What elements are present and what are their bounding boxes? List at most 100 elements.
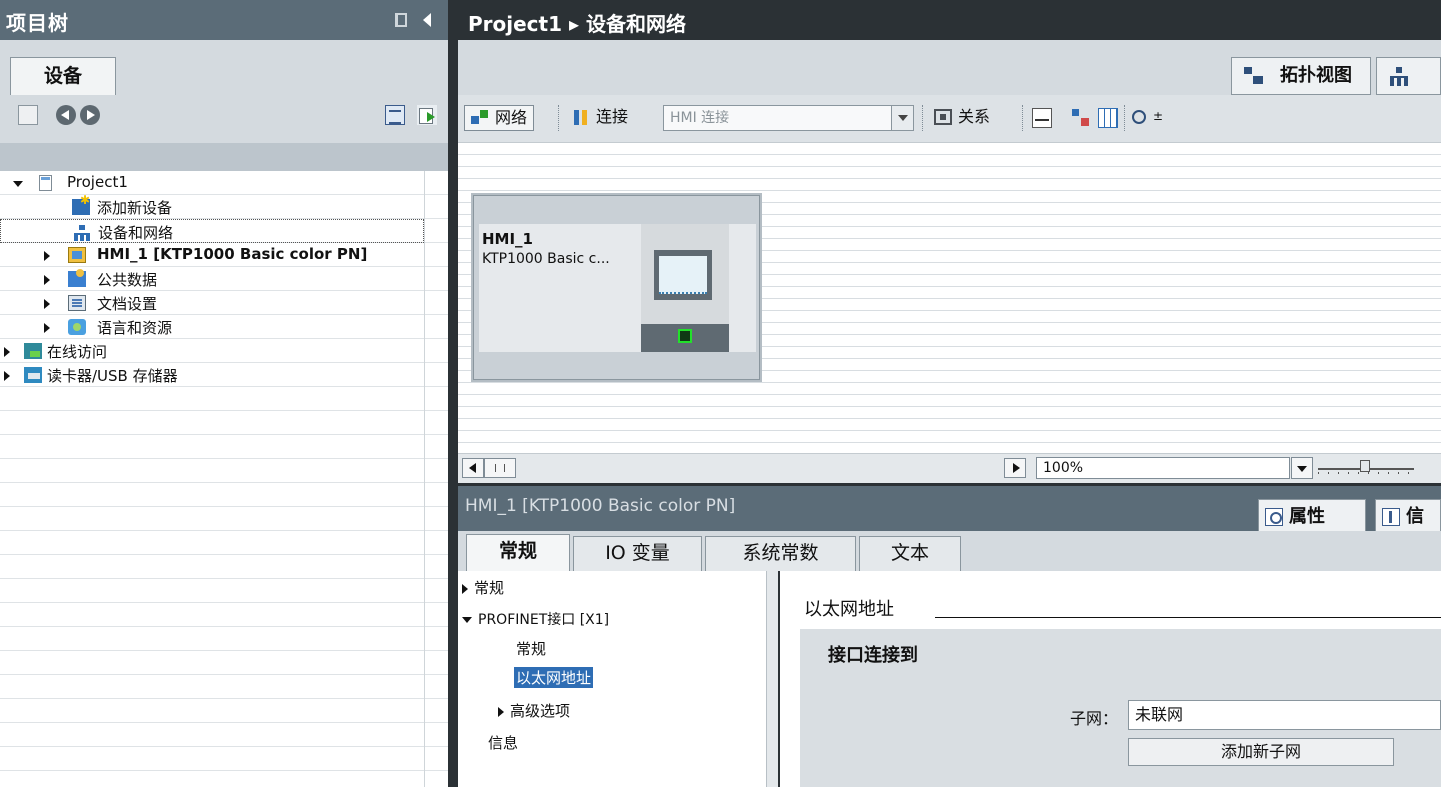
- tab-network-view[interactable]: [1376, 57, 1441, 95]
- nav-scrollbar[interactable]: [766, 571, 778, 787]
- profinet-port[interactable]: [678, 329, 692, 343]
- connections-button[interactable]: 连接: [566, 105, 628, 131]
- tree-item-document-settings[interactable]: 文档设置: [0, 291, 424, 315]
- connection-type-select[interactable]: HMI 连接: [663, 105, 914, 131]
- add-device-icon: [72, 193, 90, 215]
- tree-item-label: Project1: [67, 173, 128, 191]
- project-tree-header: 项目树: [0, 0, 448, 40]
- network-button-label: 网络: [495, 108, 528, 127]
- languages-icon: [68, 319, 86, 335]
- nav-ethernet-address[interactable]: 以太网地址: [514, 667, 594, 688]
- tree-item-card-reader[interactable]: 读卡器/USB 存储器: [0, 363, 424, 387]
- device-name: HMI_1: [482, 230, 533, 248]
- expand-arrow-icon[interactable]: [44, 251, 50, 261]
- tree-item-common-data[interactable]: 公共数据: [0, 267, 424, 291]
- expand-arrow-icon[interactable]: [44, 299, 50, 309]
- relations-button-label: 关系: [958, 107, 991, 126]
- tree-item-devices-networks[interactable]: 设备和网络: [0, 219, 424, 243]
- nav-profinet-interface[interactable]: PROFINET接口 [X1]: [462, 609, 609, 629]
- tree-item-label: 在线访问: [47, 343, 108, 361]
- zoom-dropdown-icon[interactable]: ±: [1153, 109, 1173, 129]
- relations-icon: [934, 109, 952, 125]
- expand-arrow-icon[interactable]: [462, 617, 472, 623]
- export-icon[interactable]: [417, 105, 437, 125]
- expand-arrow-icon[interactable]: [462, 583, 468, 594]
- tab-info[interactable]: 信: [1375, 499, 1441, 534]
- chevron-down-icon[interactable]: [1291, 457, 1313, 479]
- expand-arrow-icon[interactable]: [44, 323, 50, 333]
- nav-info[interactable]: 信息: [488, 732, 518, 753]
- zoom-slider-knob[interactable]: [1360, 460, 1370, 472]
- inspector-tabs: 常规 IO 变量 系统常数 文本: [458, 531, 1441, 571]
- zoom-select[interactable]: 100%: [1036, 457, 1313, 479]
- group-title: 接口连接到: [828, 645, 918, 666]
- expand-arrow-icon[interactable]: [498, 706, 504, 717]
- nav-label: 高级选项: [510, 702, 571, 720]
- add-new-subnet-button[interactable]: 添加新子网: [1128, 738, 1394, 766]
- tree-item-online-access[interactable]: 在线访问: [0, 339, 424, 363]
- zoom-icon[interactable]: [1132, 110, 1146, 124]
- zoom-slider[interactable]: [1318, 460, 1414, 474]
- network-toolbar: 网络 连接 HMI 连接 关系 ±: [458, 95, 1441, 143]
- inspector-header: HMI_1 [KTP1000 Basic color PN] 属性 信: [458, 483, 1441, 534]
- tab-devices[interactable]: 设备: [10, 57, 116, 95]
- expand-arrow-icon[interactable]: [44, 275, 50, 285]
- inspector-navigation: 常规 PROFINET接口 [X1] 常规 以太网地址 高级选项 信息: [458, 571, 778, 787]
- expand-arrow-icon[interactable]: [4, 371, 10, 381]
- overview-icon[interactable]: [385, 105, 405, 125]
- network-icon: [471, 110, 489, 126]
- pin-icon[interactable]: [395, 13, 407, 27]
- inspector-content: 以太网地址 接口连接到 子网： 未联网 添加新子网: [780, 571, 1441, 787]
- section-title: 以太网地址: [804, 599, 894, 620]
- tab-texts[interactable]: 文本: [859, 536, 961, 571]
- relations-button[interactable]: 关系: [928, 105, 990, 131]
- hmi-device-block[interactable]: HMI_1 KTP1000 Basic c...: [473, 195, 760, 380]
- editor-view-tabs: 拓扑视图: [458, 40, 1441, 95]
- tree-item-label: 公共数据: [97, 271, 158, 289]
- layout-icon[interactable]: [1071, 108, 1091, 128]
- tree-item-hmi1[interactable]: HMI_1 [KTP1000 Basic color PN]: [0, 243, 424, 267]
- tree-item-project1[interactable]: Project1: [0, 171, 424, 195]
- scroll-right-button[interactable]: [1004, 458, 1026, 478]
- tab-system-constants[interactable]: 系统常数: [705, 536, 856, 571]
- chevron-down-icon[interactable]: [891, 106, 913, 130]
- tree-item-label: HMI_1 [KTP1000 Basic color PN]: [97, 245, 368, 263]
- tab-io-tags[interactable]: IO 变量: [573, 536, 702, 571]
- new-group-icon[interactable]: [18, 105, 38, 125]
- scroll-left-button[interactable]: [462, 458, 484, 478]
- info-icon: [1382, 508, 1400, 526]
- network-view-icon: [1389, 67, 1409, 86]
- card-reader-icon: [24, 367, 42, 383]
- expand-arrow-icon[interactable]: [13, 181, 23, 187]
- nav-general[interactable]: 常规: [462, 577, 504, 598]
- tab-topology-view[interactable]: 拓扑视图: [1231, 57, 1371, 95]
- nav-label: 常规: [474, 579, 505, 597]
- subnet-select[interactable]: 未联网: [1128, 700, 1441, 730]
- tab-general[interactable]: 常规: [466, 534, 570, 571]
- nav-advanced-options[interactable]: 高级选项: [498, 700, 570, 721]
- tree-item-label: 读卡器/USB 存储器: [47, 367, 178, 385]
- project-tree: Project1 添加新设备 设备和网络 HMI_1 [KTP1000 Basi…: [0, 171, 448, 787]
- tree-item-add-device[interactable]: 添加新设备: [0, 193, 424, 219]
- network-mode-button[interactable]: 网络: [464, 105, 535, 131]
- tree-item-languages[interactable]: 语言和资源: [0, 315, 424, 339]
- canvas-scrollbar: 100%: [458, 453, 1441, 483]
- grid-table-icon[interactable]: [1098, 108, 1118, 128]
- project-icon: [39, 175, 52, 191]
- show-names-icon[interactable]: [1032, 108, 1052, 128]
- network-icon: [73, 224, 91, 241]
- tab-properties[interactable]: 属性: [1258, 499, 1366, 534]
- toolbar-separator: [558, 105, 559, 131]
- scroll-thumb[interactable]: [484, 458, 516, 478]
- tree-column-header: [0, 143, 448, 171]
- hmi-device-icon: [68, 247, 86, 263]
- network-canvas[interactable]: HMI_1 KTP1000 Basic c...: [458, 143, 1441, 453]
- expand-arrow-icon[interactable]: [4, 347, 10, 357]
- common-data-icon: [68, 269, 86, 287]
- collapse-panel-icon[interactable]: [423, 13, 431, 27]
- document-settings-icon: [68, 295, 86, 311]
- nav-profinet-general[interactable]: 常规: [516, 638, 546, 659]
- tree-item-label: 语言和资源: [97, 319, 173, 337]
- forward-icon[interactable]: [80, 105, 100, 125]
- back-icon[interactable]: [56, 105, 76, 125]
